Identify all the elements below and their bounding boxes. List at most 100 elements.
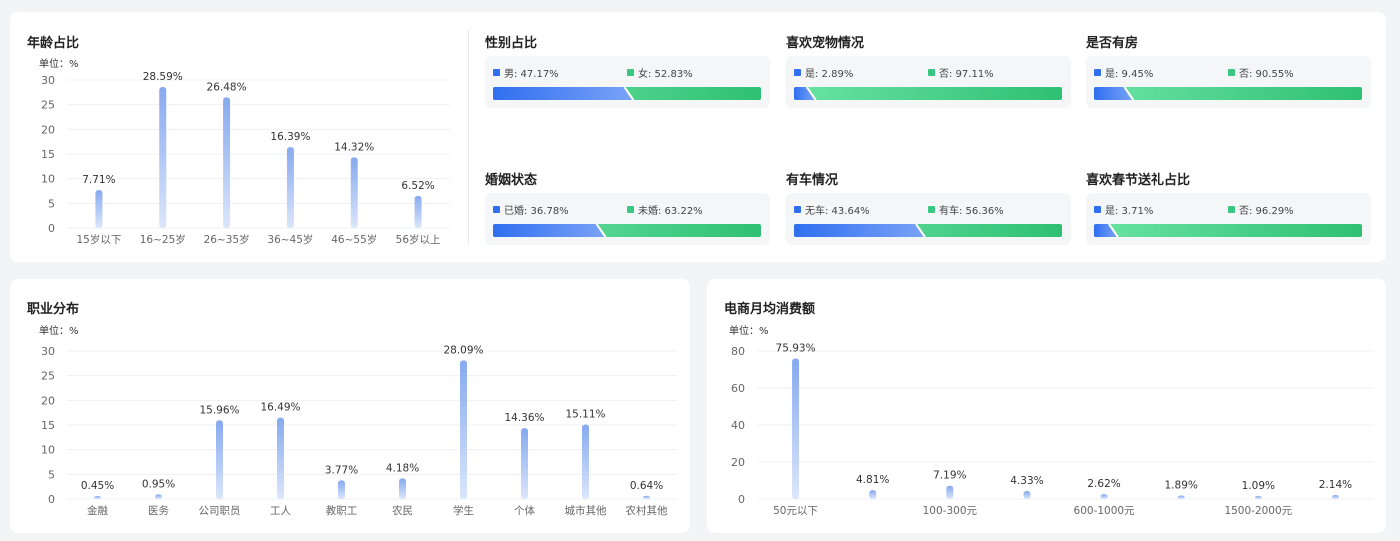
occ-data-label-6: 28.09% [443,344,483,356]
eco-data-label-3: 4.33% [1010,475,1043,487]
occ-y-tick-2: 10 [41,444,55,457]
age-x-tick-3: 36~45岁 [267,233,313,246]
eco-bar-2 [946,485,954,499]
age-data-label-5: 6.52% [401,180,434,192]
ratio-label-b: 未婚: 63.22% [638,206,703,217]
occ-bar-1 [155,494,162,499]
eco-data-label-4: 2.62% [1087,478,1120,490]
ratio-card-5: 是: 3.71% 否: 96.29% [1086,193,1371,245]
occ-x-tick-2: 公司职员 [199,505,241,517]
occ-bar-0 [94,496,101,499]
legend-swatch-blue [493,206,500,213]
top-card: 年龄占比 单位：% 0 5 10 15 20 25 30 7.71% 15岁以下 28.59% 16~… [10,12,1386,262]
legend-swatch-green [627,69,634,76]
ratio-legend-b-4: 有车: 56.36% [928,202,1004,217]
ratio-bar-4 [794,224,1062,237]
ratio-legend-a-1: 是: 2.89% [794,65,853,80]
age-bar-2 [223,97,231,229]
occ-x-tick-3: 工人 [270,505,291,517]
legend-swatch-blue [1094,206,1101,213]
ratio-card-2: 是: 9.45% 否: 90.55% [1086,56,1371,108]
ratio-bar-1 [794,87,1062,100]
ecommerce-chart: 单位：% 0 20 40 60 80 75.93% 50元以下 4.81% 7.19% 100-30… [729,324,1374,517]
age-bar-5 [414,195,422,228]
ratio-title-5: 喜欢春节送礼占比 [1086,173,1191,188]
age-chart: 单位：% 0 5 10 15 20 25 30 7.71% 15岁以下 28.59% 16~25岁 26… [39,57,450,246]
occ-bar-7 [521,428,528,499]
ratio-segment-a [493,224,605,237]
occ-x-tick-1: 医务 [148,504,169,517]
eco-bar-7 [1331,495,1339,499]
occ-y-tick-1: 5 [48,468,55,481]
ratio-card-1: 是: 2.89% 否: 97.11% [786,56,1071,108]
occupation-chart-title: 职业分布 [27,302,80,317]
ratio-title-2: 是否有房 [1086,36,1139,51]
age-x-tick-2: 26~35岁 [204,233,250,246]
eco-x-tick-4: 600-1000元 [1074,505,1136,517]
ratio-legend-a-0: 男: 47.17% [493,65,559,80]
top-divider [468,30,469,245]
ratio-label-a: 无车: 43.64% [805,206,870,217]
occ-x-tick-0: 金融 [87,504,108,517]
ratio-legend-b-2: 否: 90.55% [1228,65,1294,80]
ratio-label-a: 是: 3.71% [1105,206,1154,217]
ratio-legend-a-2: 是: 9.45% [1094,65,1153,80]
occ-y-tick-4: 20 [41,394,55,407]
ratio-card-3: 已婚: 36.78% 未婚: 63.22% [485,193,770,245]
ratio-bar-5 [1094,224,1362,237]
age-x-tick-1: 16~25岁 [140,233,186,246]
ratio-label-b: 女: 52.83% [638,69,693,80]
occ-bar-9 [643,495,650,499]
occ-y-tick-5: 25 [41,370,55,383]
occ-bar-2 [216,420,223,499]
occ-x-tick-9: 农村其他 [626,504,668,517]
occ-bar-5 [399,478,406,499]
legend-swatch-blue [493,69,500,76]
age-bar-3 [286,147,294,228]
ratio-legend-b-3: 未婚: 63.22% [627,202,703,217]
age-x-tick-5: 56岁以上 [396,233,441,246]
ratio-title-0: 性别占比 [485,36,538,51]
ratio-legend-b-1: 否: 97.11% [928,65,994,80]
ratio-bar-0 [493,87,761,100]
age-bar-1 [159,86,167,229]
legend-swatch-blue [794,69,801,76]
eco-unit-label: 单位：% [729,324,769,337]
legend-swatch-green [928,69,935,76]
ratio-legend-a-3: 已婚: 36.78% [493,202,569,217]
ratio-label-a: 男: 47.17% [504,69,559,80]
occ-bar-6 [460,360,467,499]
occ-y-tick-3: 15 [41,419,55,432]
occ-data-label-5: 4.18% [386,462,419,474]
ratio-segment-b [794,87,1062,100]
occ-y-tick-6: 30 [41,345,55,358]
age-y-tick-1: 5 [48,197,55,210]
eco-bar-5 [1177,495,1185,499]
occ-y-tick-0: 0 [48,493,55,506]
occ-x-tick-6: 学生 [453,504,474,517]
ecommerce-chart-title: 电商月均消费额 [724,302,816,317]
legend-swatch-green [1228,69,1235,76]
ratio-legend-b-5: 否: 96.29% [1228,202,1294,217]
occ-bar-3 [277,417,284,499]
ratio-title-3: 婚姻状态 [485,173,538,188]
eco-bar-3 [1023,490,1031,499]
ratio-label-b: 否: 96.29% [1239,206,1294,217]
legend-swatch-green [627,206,634,213]
eco-data-label-2: 7.19% [933,470,966,482]
legend-swatch-green [928,206,935,213]
ratio-legend-a-5: 是: 3.71% [1094,202,1153,217]
occ-data-label-3: 16.49% [260,402,300,414]
age-y-tick-6: 30 [41,74,55,87]
eco-data-label-7: 2.14% [1319,479,1352,491]
age-y-tick-4: 20 [41,123,55,136]
ratio-segment-b [1094,224,1362,237]
age-y-tick-2: 10 [41,173,55,186]
age-data-label-1: 28.59% [143,71,183,83]
eco-x-tick-2: 100-300元 [923,505,978,517]
ratio-label-a: 是: 9.45% [1105,69,1154,80]
age-chart-title: 年龄占比 [27,36,80,51]
eco-x-tick-0: 50元以下 [773,505,818,517]
age-y-tick-0: 0 [48,222,55,235]
occ-data-label-0: 0.45% [81,480,114,492]
